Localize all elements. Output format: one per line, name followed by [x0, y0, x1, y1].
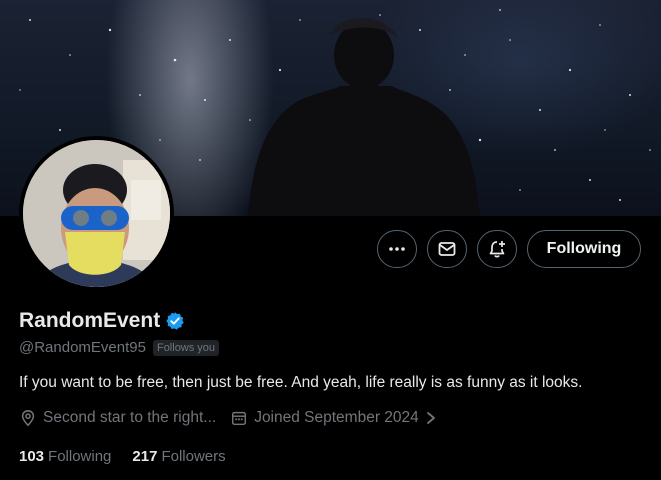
location-item: Second star to the right...	[19, 409, 216, 427]
profile-actions: Following	[377, 230, 641, 268]
avatar-image	[23, 140, 170, 287]
following-label: Following	[48, 448, 112, 465]
following-count: 103	[19, 448, 45, 465]
more-button[interactable]	[377, 230, 417, 268]
verified-badge-icon[interactable]	[165, 311, 185, 331]
display-name: RandomEvent	[19, 309, 161, 332]
bell-plus-icon	[489, 241, 505, 258]
notifications-button[interactable]	[477, 230, 517, 268]
location-text: Second star to the right...	[43, 409, 217, 426]
joined-text: Joined September 2024	[254, 409, 419, 426]
joined-item[interactable]: Joined September 2024	[230, 409, 437, 427]
following-stat[interactable]: 103 Following	[19, 448, 111, 465]
profile-stats: 103 Following 217 Followers	[19, 448, 247, 465]
location-pin-icon	[21, 410, 35, 427]
followers-stat[interactable]: 217 Followers	[132, 448, 225, 465]
follows-you-badge: Follows you	[152, 339, 220, 356]
followers-label: Followers	[161, 448, 226, 465]
handle-row: @RandomEvent95 Follows you	[19, 339, 220, 356]
profile-avatar[interactable]	[19, 136, 174, 291]
envelope-icon	[438, 242, 456, 256]
calendar-icon	[232, 411, 247, 426]
followers-count: 217	[132, 448, 158, 465]
user-handle: @RandomEvent95	[19, 339, 146, 356]
profile-bio: If you want to be free, then just be fre…	[19, 374, 583, 391]
following-button[interactable]: Following	[527, 230, 641, 268]
name-row: RandomEvent	[19, 309, 185, 333]
chevron-right-icon	[426, 412, 435, 424]
message-button[interactable]	[427, 230, 467, 268]
profile-meta: Second star to the right... Joined Septe…	[19, 409, 451, 427]
more-icon	[389, 247, 405, 251]
